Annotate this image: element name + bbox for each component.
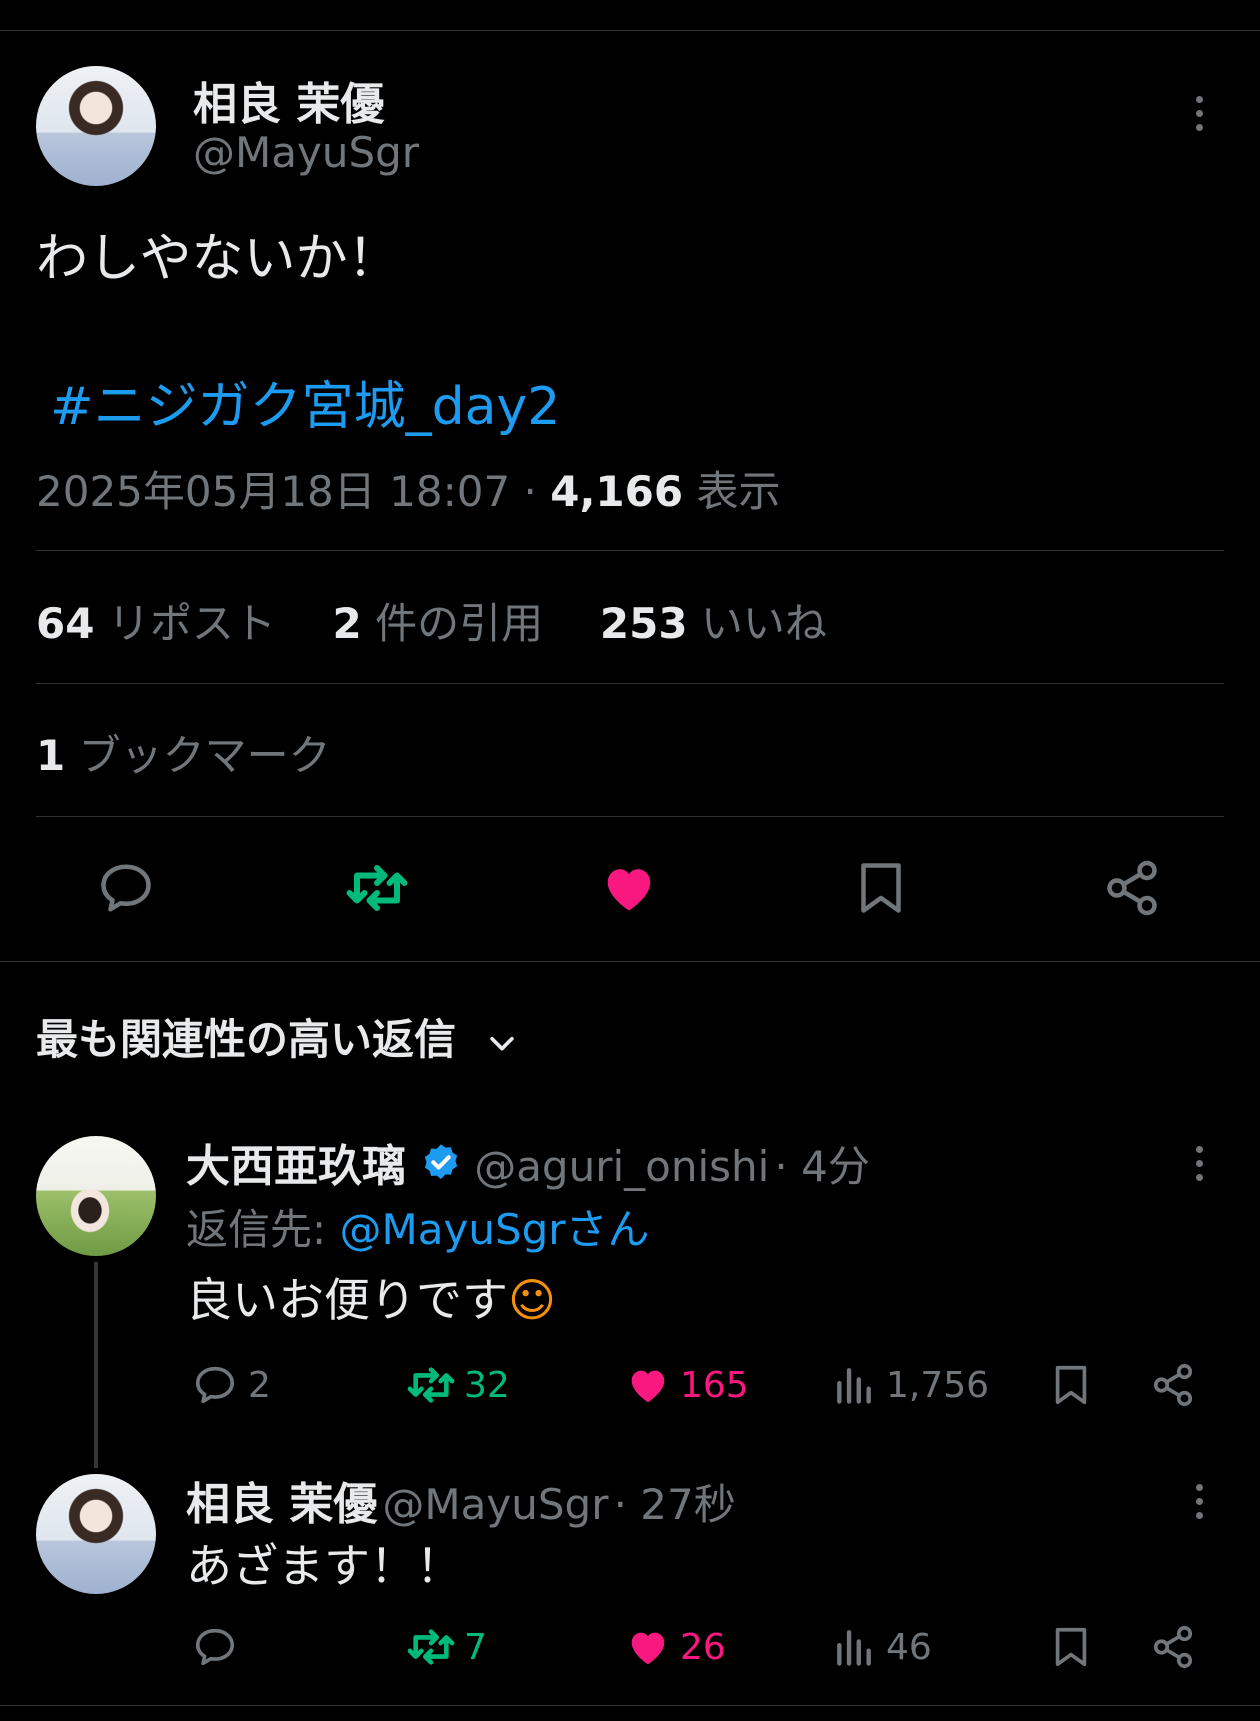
reply-icon <box>192 1362 238 1408</box>
reply-display-name[interactable]: 相良 茉優 <box>186 1479 377 1530</box>
reply-button[interactable]: 2 <box>192 1362 271 1408</box>
reply-display-name[interactable]: 大西亜玖璃 <box>186 1141 406 1192</box>
replying-to: 返信先: @MayuSgrさん <box>186 1196 650 1257</box>
tweet-text: わしやないか！ <box>36 229 400 289</box>
verified-badge-icon <box>419 1141 463 1185</box>
bookmark-icon[interactable] <box>1048 1624 1094 1670</box>
author-handle[interactable]: @MayuSgr <box>193 128 419 177</box>
like-button[interactable]: 26 <box>624 1624 726 1670</box>
bookmarks-label: ブックマーク <box>78 731 331 780</box>
like-count: 165 <box>680 1364 749 1406</box>
share-icon[interactable] <box>1150 1362 1196 1408</box>
reply-avatar[interactable] <box>36 1136 156 1256</box>
divider <box>36 550 1224 551</box>
reply-text-body: 良いお便りです <box>186 1273 508 1327</box>
like-count: 26 <box>680 1626 726 1668</box>
analytics-icon <box>832 1624 876 1670</box>
like-button[interactable]: 165 <box>624 1362 749 1408</box>
bookmarks-count: 1 <box>36 731 66 780</box>
views-button[interactable]: 1,756 <box>832 1362 989 1408</box>
reply-time[interactable]: · 27秒 <box>614 1480 736 1529</box>
reply-header: 相良 茉優 @MayuSgr · 27秒 <box>186 1468 736 1532</box>
bookmark-icon[interactable] <box>851 858 911 918</box>
reply-icon <box>192 1624 238 1670</box>
reply-count: 2 <box>248 1364 271 1406</box>
reposts-stat[interactable]: 64 リポスト <box>36 599 276 648</box>
like-icon <box>624 1362 672 1408</box>
reply-handle[interactable]: @MayuSgr <box>382 1480 608 1529</box>
repost-count: 7 <box>464 1626 487 1668</box>
bottom-divider <box>0 1705 1260 1706</box>
like-icon <box>624 1624 672 1670</box>
stats-row: 64 リポスト 2 件の引用 253 いいね <box>36 590 827 651</box>
quotes-count: 2 <box>332 599 362 648</box>
timestamp-row: 2025年05月18日 18:07 · 4,166 表示 <box>36 458 780 519</box>
reply-button[interactable] <box>192 1624 248 1670</box>
replying-to-prefix: 返信先: <box>186 1205 340 1254</box>
reply-text: 良いお便りです☺ <box>186 1264 556 1330</box>
repost-icon <box>406 1624 456 1670</box>
reply-handle[interactable]: @aguri_onishi <box>474 1142 769 1191</box>
repost-button[interactable]: 32 <box>406 1362 510 1408</box>
author-display-name[interactable]: 相良 茉優 <box>193 68 384 132</box>
bookmark-icon[interactable] <box>1048 1362 1094 1408</box>
reply-more-options-icon[interactable] <box>1196 1484 1204 1526</box>
more-options-icon[interactable] <box>1196 96 1204 138</box>
repost-count: 32 <box>464 1364 510 1406</box>
chevron-down-icon <box>485 1026 519 1060</box>
reply-more-options-icon[interactable] <box>1196 1146 1204 1188</box>
reposts-label: リポスト <box>107 599 276 648</box>
bookmarks-stat: 1 ブックマーク <box>36 722 331 783</box>
author-avatar[interactable] <box>36 66 156 186</box>
likes-count: 253 <box>599 599 688 648</box>
top-divider <box>0 30 1260 31</box>
separator-dot: · <box>523 467 537 516</box>
reposts-count: 64 <box>36 599 95 648</box>
reply-icon[interactable] <box>96 858 156 918</box>
timestamp[interactable]: 2025年05月18日 18:07 <box>36 467 510 516</box>
divider <box>36 683 1224 684</box>
section-divider <box>0 961 1260 962</box>
repost-icon <box>406 1362 456 1408</box>
likes-stat[interactable]: 253 いいね <box>600 599 827 648</box>
reply-avatar[interactable] <box>36 1474 156 1594</box>
replies-sort-label: 最も関連性の高い返信 <box>36 1015 457 1064</box>
repost-button[interactable]: 7 <box>406 1624 487 1670</box>
views-label: 表示 <box>696 467 781 516</box>
hashtag-link[interactable]: #ニジガク宮城_day2 <box>50 364 560 439</box>
like-icon[interactable] <box>599 858 659 918</box>
reply-text: あざます！！ <box>186 1539 462 1593</box>
likes-label: いいね <box>700 599 827 648</box>
quotes-label: 件の引用 <box>375 599 544 648</box>
share-icon[interactable] <box>1102 858 1162 918</box>
replies-sort-dropdown[interactable]: 最も関連性の高い返信 <box>36 1006 519 1067</box>
views-count: 4,166 <box>550 467 684 516</box>
smiling-face-emoji: ☺ <box>508 1273 556 1327</box>
replying-to-link[interactable]: @MayuSgrさん <box>340 1205 650 1254</box>
divider <box>36 816 1224 817</box>
reply-header: 大西亜玖璃 @aguri_onishi · 4分 <box>186 1130 870 1194</box>
quotes-stat[interactable]: 2 件の引用 <box>333 599 544 648</box>
reply-time[interactable]: · 4分 <box>774 1142 869 1191</box>
analytics-icon <box>832 1362 876 1408</box>
view-count: 46 <box>886 1626 932 1668</box>
views-button[interactable]: 46 <box>832 1624 932 1670</box>
thread-connector-line <box>94 1262 98 1468</box>
share-icon[interactable] <box>1150 1624 1196 1670</box>
view-count: 1,756 <box>886 1364 990 1406</box>
repost-icon[interactable] <box>344 858 410 918</box>
